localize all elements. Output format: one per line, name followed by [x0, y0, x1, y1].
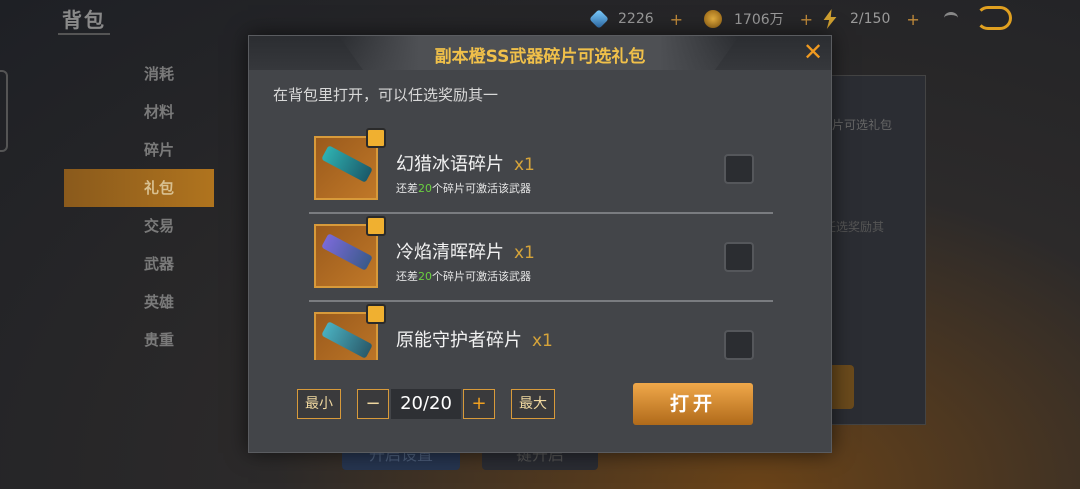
- sidebar-item-fragments[interactable]: 碎片: [64, 131, 214, 169]
- reward-name: 幻猎冰语碎片 x1: [396, 154, 535, 175]
- dialog-header: 副本橙SS武器碎片可选礼包 ✕: [249, 36, 831, 70]
- puzzle-piece-icon: [366, 128, 386, 148]
- add-coins-button[interactable]: +: [800, 10, 813, 29]
- gem-counter: 2226 +: [589, 9, 683, 29]
- reward-checkbox[interactable]: [724, 330, 754, 360]
- close-button[interactable]: ✕: [801, 40, 825, 64]
- max-quantity-button[interactable]: 最大: [511, 389, 555, 419]
- category-sidebar: 消耗 材料 碎片 礼包 交易 武器 英雄 贵重: [64, 55, 214, 359]
- add-gems-button[interactable]: +: [670, 10, 683, 29]
- sidebar-item-trade[interactable]: 交易: [64, 207, 214, 245]
- reward-name: 冷焰清晖碎片 x1: [396, 242, 535, 263]
- sidebar-item-gift-packs[interactable]: 礼包: [64, 169, 214, 207]
- title-underline: [58, 33, 110, 35]
- reward-note: 还差20个碎片可激活该武器: [396, 270, 531, 283]
- reward-list[interactable]: 幻猎冰语碎片 x1 还差20个碎片可激活该武器 冷焰清晖碎片 x1 还差20个碎片可…: [309, 126, 773, 360]
- sidebar-item-valuables[interactable]: 贵重: [64, 321, 214, 359]
- left-edge-handle[interactable]: [0, 70, 8, 152]
- reward-row[interactable]: 冷焰清晖碎片 x1 还差20个碎片可激活该武器: [309, 214, 773, 302]
- puzzle-piece-icon: [366, 216, 386, 236]
- remaining-count: 20: [418, 270, 432, 283]
- background-item-desc: 任选奖励其: [824, 220, 885, 234]
- dialog-subtitle: 在背包里打开，可以任选奖励其一: [273, 86, 499, 104]
- wifi-icon: [944, 12, 958, 24]
- decrease-quantity-button[interactable]: −: [357, 389, 389, 419]
- quantity-field[interactable]: 20/20: [391, 389, 461, 419]
- rifle-icon: [321, 233, 373, 271]
- remaining-count: 20: [418, 182, 432, 195]
- gift-pack-dialog: 副本橙SS武器碎片可选礼包 ✕ 在背包里打开，可以任选奖励其一 幻猎冰语碎片 x1…: [248, 35, 832, 453]
- rifle-icon: [321, 321, 373, 359]
- sidebar-item-weapons[interactable]: 武器: [64, 245, 214, 283]
- rifle-icon: [321, 145, 373, 183]
- min-quantity-button[interactable]: 最小: [297, 389, 341, 419]
- open-button[interactable]: 打开: [633, 383, 753, 425]
- weapon-fragment-thumbnail: [314, 304, 386, 360]
- reward-note: 还差20个碎片可激活该武器: [396, 182, 531, 195]
- coin-counter: 1706万 +: [704, 9, 813, 29]
- add-energy-button[interactable]: +: [906, 10, 919, 29]
- increase-quantity-button[interactable]: +: [463, 389, 495, 419]
- back-button[interactable]: [976, 6, 1012, 30]
- puzzle-piece-icon: [366, 304, 386, 324]
- reward-row[interactable]: 原能守护者碎片 x1: [309, 302, 773, 360]
- dialog-title: 副本橙SS武器碎片可选礼包: [434, 47, 646, 67]
- gem-value: 2226: [618, 11, 654, 27]
- coin-icon: [704, 10, 722, 28]
- sidebar-item-consumables[interactable]: 消耗: [64, 55, 214, 93]
- sidebar-item-heroes[interactable]: 英雄: [64, 283, 214, 321]
- reward-name: 原能守护者碎片 x1: [396, 330, 553, 351]
- energy-counter: 2/150 +: [822, 9, 920, 29]
- sidebar-item-materials[interactable]: 材料: [64, 93, 214, 131]
- reward-checkbox[interactable]: [724, 154, 754, 184]
- reward-row[interactable]: 幻猎冰语碎片 x1 还差20个碎片可激活该武器: [309, 126, 773, 214]
- reward-checkbox[interactable]: [724, 242, 754, 272]
- energy-bolt-icon: [823, 9, 837, 29]
- weapon-fragment-thumbnail: [314, 128, 386, 200]
- reward-qty: x1: [532, 331, 553, 351]
- top-bar: 背包 2226 + 1706万 + 2/150 +: [0, 0, 1080, 38]
- gem-icon: [589, 9, 609, 29]
- weapon-fragment-thumbnail: [314, 216, 386, 288]
- energy-value: 2/150: [850, 11, 891, 27]
- page-title: 背包: [62, 8, 106, 32]
- reward-qty: x1: [514, 155, 535, 175]
- reward-qty: x1: [514, 243, 535, 263]
- coin-value: 1706万: [734, 12, 784, 28]
